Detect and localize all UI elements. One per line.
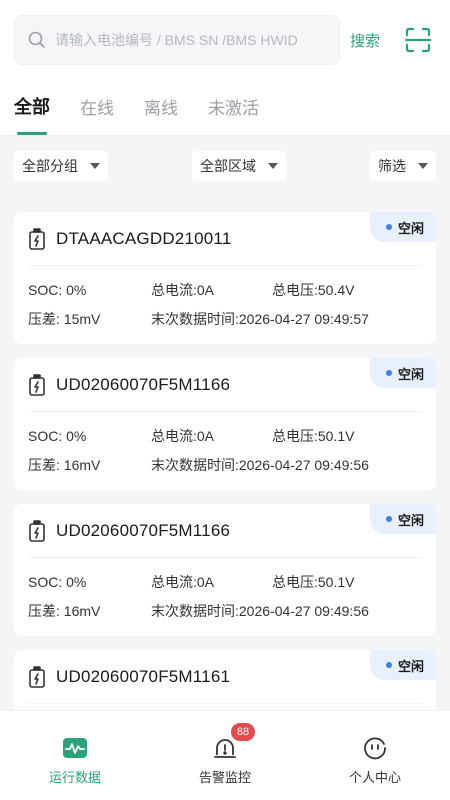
- battery-icon: [29, 665, 45, 688]
- search-box[interactable]: [14, 15, 340, 65]
- filter-dropdown-label: 筛选: [378, 158, 406, 174]
- search-input[interactable]: [55, 32, 329, 48]
- metric-row: 压差: 15mV 末次数据时间:2026-04-27 09:49:57: [28, 304, 422, 333]
- current-value: 0A: [196, 427, 215, 444]
- waveform-icon: [63, 738, 87, 758]
- last-time-label: 末次数据时间:: [151, 456, 239, 473]
- status-dot-icon: [385, 662, 392, 668]
- card-header: UD02060070F5M1166: [28, 504, 422, 558]
- metric-row: 压差: 16mV 末次数据时间:2026-04-27 09:49:56: [28, 596, 422, 625]
- status-badge: 空闲: [369, 358, 436, 388]
- card-header: UD02060070F5M1161: [28, 650, 422, 704]
- status-label: 空闲: [397, 658, 424, 674]
- current-value: 0A: [196, 281, 215, 298]
- metric-row: SOC: 0% 总电流:0A 总电压:50.4V: [28, 275, 422, 304]
- bottom-tab-bar: 运行数据 88 告警监控 个人中心: [0, 710, 450, 800]
- soc-value: 0%: [66, 281, 87, 298]
- chevron-down-icon: [90, 163, 100, 169]
- filter-bar: 全部分组 全部区域 筛选: [0, 136, 450, 196]
- tabbar-alarm-label: 告警监控: [198, 770, 251, 785]
- tabbar-running-data[interactable]: 运行数据: [0, 711, 150, 800]
- battery-id: DTAAACAGDD210011: [56, 228, 232, 248]
- status-badge: 空闲: [369, 504, 436, 534]
- battery-card[interactable]: UD02060070F5M1166 空闲 SOC: 0% 总电流:0A 总电压:…: [14, 504, 436, 636]
- status-badge: 空闲: [369, 212, 436, 242]
- soc-value: 0%: [66, 573, 87, 590]
- soc-label: SOC:: [28, 427, 63, 444]
- diff-label: 压差:: [28, 456, 60, 473]
- last-time-label: 末次数据时间:: [151, 602, 239, 619]
- battery-id: UD02060070F5M1166: [56, 374, 231, 394]
- tabbar-profile[interactable]: 个人中心: [300, 711, 450, 800]
- status-dot-icon: [385, 370, 392, 376]
- scan-button[interactable]: [398, 20, 438, 60]
- metric-row: 压差: 16mV 末次数据时间:2026-04-27 09:49:56: [28, 450, 422, 479]
- battery-list: DTAAACAGDD210011 空闲 SOC: 0% 总电流:0A 总电压:5…: [0, 212, 450, 710]
- chevron-down-icon: [418, 163, 428, 169]
- current-label: 总电流:: [151, 573, 197, 590]
- region-dropdown-label: 全部区域: [200, 158, 256, 174]
- region-dropdown[interactable]: 全部区域: [192, 151, 286, 181]
- filter-dropdown[interactable]: 筛选: [370, 151, 436, 181]
- search-button[interactable]: 搜索: [350, 30, 380, 51]
- last-time-label: 末次数据时间:: [151, 310, 239, 327]
- tab-all[interactable]: 全部: [14, 93, 50, 135]
- voltage-value: 50.4V: [317, 281, 355, 298]
- status-dot-icon: [385, 224, 392, 230]
- tab-online[interactable]: 在线: [80, 94, 114, 135]
- status-label: 空闲: [397, 220, 424, 236]
- current-value: 0A: [196, 573, 215, 590]
- alarm-count-badge: 88: [231, 723, 255, 741]
- diff-label: 压差:: [28, 310, 60, 327]
- last-time-value: 2026-04-27 09:49:56: [238, 602, 369, 619]
- voltage-value: 50.1V: [317, 427, 355, 444]
- card-header: UD02060070F5M1166: [28, 358, 422, 412]
- chevron-down-icon: [268, 163, 278, 169]
- diff-value: 15mV: [63, 310, 101, 327]
- voltage-value: 50.1V: [317, 573, 355, 590]
- tabbar-alarm-monitor[interactable]: 88 告警监控: [150, 711, 300, 800]
- tab-offline[interactable]: 离线: [144, 94, 178, 135]
- last-time-value: 2026-04-27 09:49:56: [238, 456, 369, 473]
- voltage-label: 总电压:: [272, 573, 318, 590]
- tabbar-running-label: 运行数据: [48, 770, 101, 785]
- card-header: DTAAACAGDD210011: [28, 212, 422, 266]
- group-dropdown[interactable]: 全部分组: [14, 151, 108, 181]
- diff-value: 16mV: [63, 456, 101, 473]
- current-label: 总电流:: [151, 427, 197, 444]
- last-time-value: 2026-04-27 09:49:57: [238, 310, 369, 327]
- metric-row: SOC: 0% 总电流:0A 总电压:50.1V: [28, 421, 422, 450]
- soc-label: SOC:: [28, 573, 63, 590]
- battery-card[interactable]: UD02060070F5M1166 空闲 SOC: 0% 总电流:0A 总电压:…: [14, 358, 436, 490]
- tab-inactive[interactable]: 未激活: [208, 94, 259, 135]
- diff-value: 16mV: [63, 602, 101, 619]
- status-dot-icon: [385, 516, 392, 522]
- search-icon: [28, 31, 45, 48]
- battery-icon: [29, 227, 45, 250]
- tabbar-profile-label: 个人中心: [348, 770, 401, 785]
- battery-icon: [29, 519, 45, 542]
- scan-icon: [404, 27, 432, 53]
- voltage-label: 总电压:: [272, 281, 318, 298]
- diff-label: 压差:: [28, 602, 60, 619]
- status-label: 空闲: [397, 512, 424, 528]
- current-label: 总电流:: [151, 281, 197, 298]
- soc-label: SOC:: [28, 281, 63, 298]
- status-badge: 空闲: [369, 650, 436, 680]
- battery-card[interactable]: UD02060070F5M1161 空闲: [14, 650, 436, 710]
- group-dropdown-label: 全部分组: [22, 158, 78, 174]
- profile-icon: [364, 737, 386, 760]
- top-bar: 搜索: [0, 0, 450, 80]
- battery-card[interactable]: DTAAACAGDD210011 空闲 SOC: 0% 总电流:0A 总电压:5…: [14, 212, 436, 344]
- battery-id: UD02060070F5M1166: [56, 520, 231, 540]
- status-label: 空闲: [397, 366, 424, 382]
- status-tabs: 全部 在线 离线 未激活: [0, 80, 450, 136]
- battery-id: UD02060070F5M1161: [56, 666, 231, 686]
- voltage-label: 总电压:: [272, 427, 318, 444]
- battery-icon: [29, 373, 45, 396]
- metric-row: SOC: 0% 总电流:0A 总电压:50.1V: [28, 567, 422, 596]
- soc-value: 0%: [66, 427, 87, 444]
